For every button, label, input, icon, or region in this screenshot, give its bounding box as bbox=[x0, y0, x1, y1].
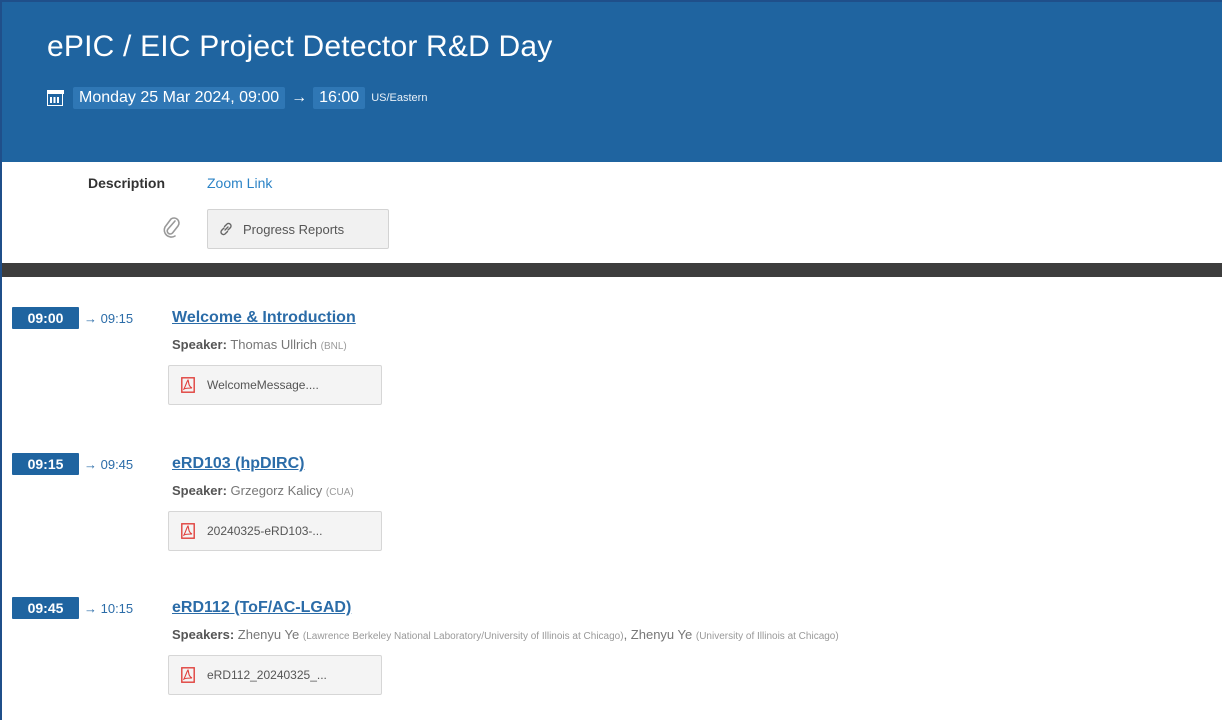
attachment-button[interactable]: WelcomeMessage.... bbox=[168, 365, 382, 405]
talk-title-link[interactable]: eRD112 (ToF/AC-LGAD) bbox=[172, 599, 351, 617]
timetable-entry: 09:45 → 10:15 eRD112 (ToF/AC-LGAD) Speak… bbox=[12, 597, 1212, 717]
link-icon bbox=[220, 222, 232, 236]
description-label: Description bbox=[88, 175, 166, 191]
speaker-name[interactable]: Zhenyu Ye bbox=[238, 627, 299, 642]
event-title: ePIC / EIC Project Detector R&D Day bbox=[47, 30, 553, 63]
end-time: → 10:15 bbox=[84, 601, 134, 616]
calendar-icon bbox=[46, 90, 64, 106]
speaker-line: Speaker: Grzegorz Kalicy (CUA) bbox=[172, 483, 354, 498]
speaker-separator: , bbox=[623, 627, 631, 642]
progress-reports-label: Progress Reports bbox=[243, 221, 345, 237]
date-arrow: → bbox=[291, 89, 308, 106]
pdf-icon bbox=[181, 377, 195, 393]
start-time-badge: 09:00 bbox=[12, 307, 79, 329]
speaker-affiliation: (Lawrence Berkeley National Laboratory/U… bbox=[302, 631, 624, 642]
event-end-time: 16:00 bbox=[313, 87, 366, 109]
speaker-affiliation: (BNL) bbox=[320, 341, 347, 352]
speaker-affiliation-2: (University of Illinois at Chicago) bbox=[695, 631, 839, 642]
start-time-badge: 09:15 bbox=[12, 453, 79, 475]
end-time: → 09:45 bbox=[84, 457, 134, 472]
zoom-link[interactable]: Zoom Link bbox=[207, 175, 272, 191]
timetable-entry: 09:00 → 09:15 Welcome & Introduction Spe… bbox=[12, 307, 1212, 427]
speaker-label: Speaker: bbox=[172, 483, 227, 498]
attachment-filename: eRD112_20240325_... bbox=[207, 668, 327, 682]
speaker-line: Speakers: Zhenyu Ye (Lawrence Berkeley N… bbox=[172, 627, 839, 642]
section-divider bbox=[2, 263, 1222, 277]
progress-reports-button[interactable]: Progress Reports bbox=[207, 209, 389, 249]
talk-title-link[interactable]: Welcome & Introduction bbox=[172, 309, 356, 327]
paperclip-icon bbox=[163, 217, 180, 238]
speaker-affiliation: (CUA) bbox=[325, 487, 354, 498]
pdf-icon bbox=[181, 523, 195, 539]
speaker-name[interactable]: Thomas Ullrich bbox=[230, 337, 317, 352]
speaker-label: Speaker: bbox=[172, 337, 227, 352]
talk-title-link[interactable]: eRD103 (hpDIRC) bbox=[172, 455, 304, 473]
pdf-icon bbox=[181, 667, 195, 683]
event-start-date: Monday 25 Mar 2024, 09:00 bbox=[73, 87, 286, 109]
attachment-filename: WelcomeMessage.... bbox=[207, 378, 319, 392]
event-header: ePIC / EIC Project Detector R&D Day Mond… bbox=[2, 2, 1222, 162]
attachment-button[interactable]: 20240325-eRD103-... bbox=[168, 511, 382, 551]
speaker-line: Speaker: Thomas Ullrich (BNL) bbox=[172, 337, 347, 352]
start-time-badge: 09:45 bbox=[12, 597, 79, 619]
speaker-name-2[interactable]: Zhenyu Ye bbox=[631, 627, 692, 642]
timetable-entry: 09:15 → 09:45 eRD103 (hpDIRC) Speaker: G… bbox=[12, 453, 1212, 573]
end-time: → 09:15 bbox=[84, 311, 134, 326]
attachment-filename: 20240325-eRD103-... bbox=[207, 524, 323, 538]
attachment-button[interactable]: eRD112_20240325_... bbox=[168, 655, 382, 695]
speaker-label: Speakers: bbox=[172, 627, 235, 642]
event-date-bar: Monday 25 Mar 2024, 09:00 → 16:00 US/Eas… bbox=[46, 86, 428, 110]
speaker-name[interactable]: Grzegorz Kalicy bbox=[231, 483, 323, 498]
event-timezone: US/Eastern bbox=[371, 92, 428, 104]
